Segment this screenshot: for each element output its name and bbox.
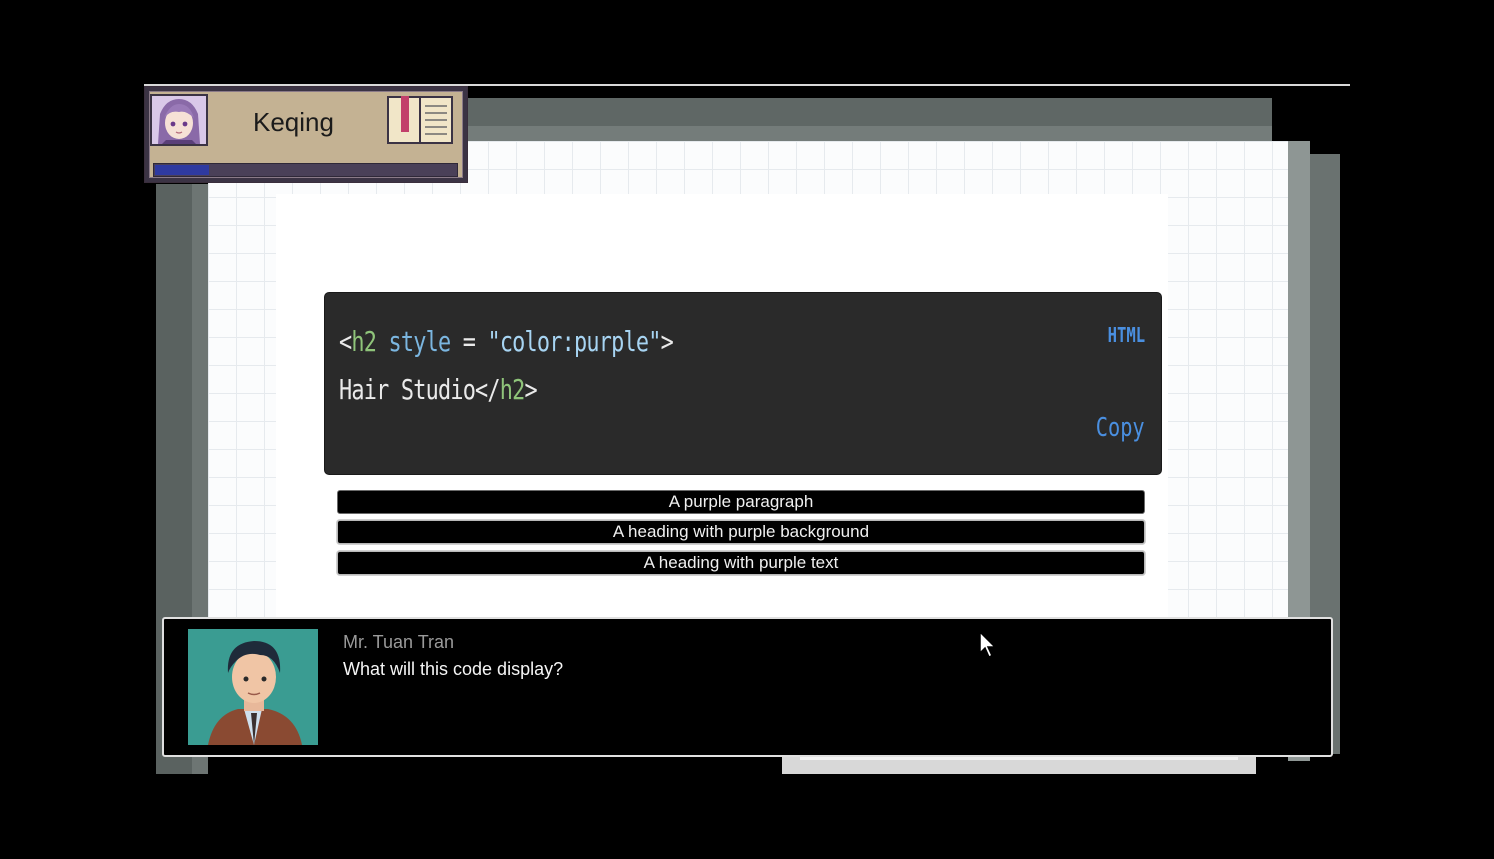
player-avatar (150, 94, 208, 146)
npc-name: Mr. Tuan Tran (343, 632, 455, 652)
dialogue-box[interactable]: Mr. Tuan Tran What will this code displa… (162, 617, 1333, 757)
code-token-attr: style (376, 325, 451, 358)
npc-portrait-art (188, 629, 318, 745)
code-token: > (524, 373, 538, 406)
journal-book-art (387, 96, 453, 144)
code-line-1: <h2 style = "color:purple"> (339, 325, 674, 358)
xp-progress-bar (153, 163, 458, 177)
answer-option[interactable]: A heading with purple background (337, 520, 1145, 544)
code-token: > (660, 325, 674, 358)
code-block: <h2 style = "color:purple"> Hair Studio<… (324, 292, 1162, 475)
code-token-string: "color:purple" (487, 325, 661, 358)
code-token-tag: h2 (351, 325, 377, 358)
mouse-pointer-art (979, 630, 997, 659)
copy-button[interactable]: Copy (1096, 413, 1145, 443)
xp-progress-fill (155, 165, 209, 175)
npc-portrait (188, 629, 318, 745)
journal-book-icon[interactable] (385, 94, 455, 146)
answer-option[interactable]: A heading with purple text (337, 551, 1145, 575)
code-token: Hair Studio (339, 373, 476, 406)
dialogue-text: What will this code display? (343, 659, 564, 679)
code-line-2: Hair Studio</h2> (339, 373, 538, 406)
room-wall-top-highlight (464, 126, 1272, 142)
code-language-label: HTML (1107, 323, 1145, 347)
code-token-tag: h2 (499, 373, 526, 406)
answer-option[interactable]: A purple paragraph (337, 490, 1145, 514)
code-token: = (450, 325, 488, 358)
player-portrait-art (152, 96, 206, 144)
player-hud: Keqing (144, 86, 468, 183)
code-token: </ (475, 373, 501, 406)
player-name: Keqing (253, 107, 334, 137)
mouse-pointer-icon (978, 630, 998, 659)
code-token: < (339, 325, 352, 358)
